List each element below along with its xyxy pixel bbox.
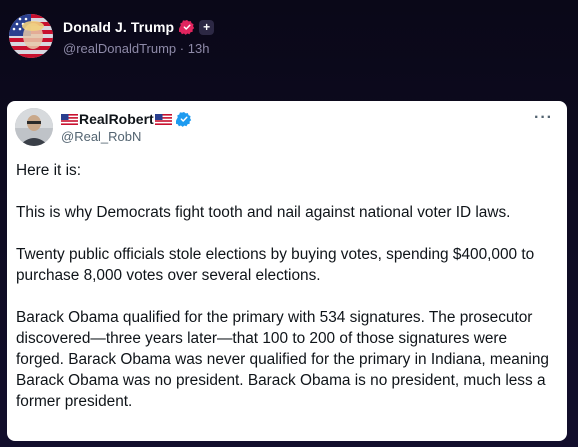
paragraph: Twenty public officials stole elections …	[16, 246, 535, 284]
card-header: RealRobert @Real_RobN	[15, 108, 192, 146]
card-author: RealRobert @Real_RobN	[61, 110, 192, 144]
card-name-line: RealRobert	[61, 110, 192, 128]
flag-avatar-icon	[9, 14, 53, 58]
card-body: Here it is: This is why Democrats fight …	[16, 160, 558, 433]
author-name[interactable]: Donald J. Trump	[63, 19, 174, 35]
verified-badge-icon	[179, 20, 195, 35]
author-handle[interactable]: @realDonaldTrump	[63, 41, 176, 56]
verified-badge-icon	[175, 112, 191, 127]
person-avatar-icon	[15, 108, 53, 146]
post-header: Donald J. Trump + @realDonaldTrump · 13h	[9, 14, 215, 60]
avatar[interactable]	[9, 14, 53, 58]
more-options-icon[interactable]: ···	[534, 110, 553, 126]
post-frame: Donald J. Trump + @realDonaldTrump · 13h	[0, 0, 578, 447]
paragraph: Barack Obama qualified for the primary w…	[16, 309, 549, 410]
us-flag-icon	[154, 113, 172, 125]
handle-line: @realDonaldTrump · 13h	[63, 41, 214, 56]
quoted-post-card[interactable]: RealRobert @Real_RobN ··· Here it is: Th…	[7, 101, 567, 441]
card-avatar[interactable]	[15, 108, 53, 146]
author-line: Donald J. Trump +	[63, 17, 215, 37]
separator: ·	[179, 41, 185, 56]
post-time[interactable]: 13h	[188, 41, 210, 56]
paragraph: This is why Democrats fight tooth and na…	[16, 204, 511, 221]
card-author-name[interactable]: RealRobert	[79, 111, 154, 127]
card-author-handle[interactable]: @Real_RobN	[61, 129, 192, 144]
paragraph: Here it is:	[16, 162, 81, 179]
plus-icon[interactable]: +	[199, 19, 215, 35]
us-flag-icon	[61, 113, 78, 125]
post-author: Donald J. Trump + @realDonaldTrump · 13h	[63, 17, 215, 56]
